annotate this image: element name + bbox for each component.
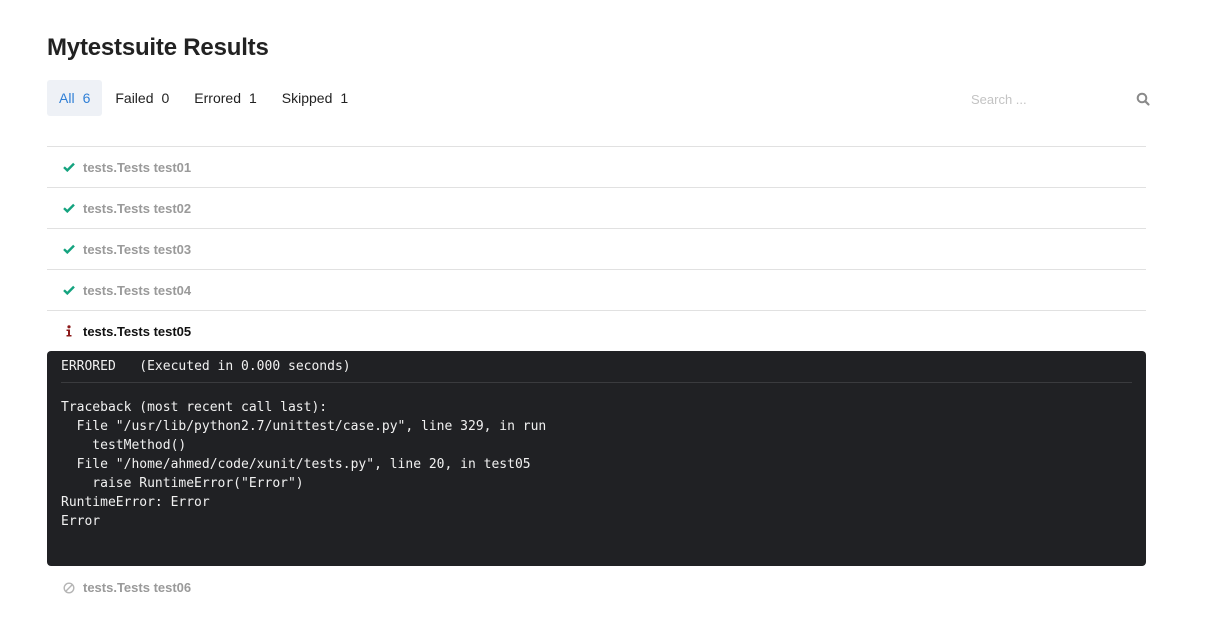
tab-count: 1: [340, 90, 349, 106]
search-box: [960, 84, 1152, 114]
filter-tabs: All 6 Failed 0 Errored 1 Skipped 1: [47, 80, 361, 116]
tab-label: Skipped: [281, 90, 333, 106]
check-icon: [63, 201, 75, 215]
test-row-test02[interactable]: tests.Tests test02: [47, 187, 1146, 228]
search-icon[interactable]: [1135, 91, 1151, 107]
test-row-test05[interactable]: tests.Tests test05: [47, 310, 1146, 351]
info-icon: [63, 324, 75, 338]
page-title: Mytestsuite Results: [47, 34, 269, 61]
test-name: tests.Tests test02: [83, 200, 192, 216]
test-name: tests.Tests test03: [83, 241, 192, 257]
check-icon: [63, 283, 75, 297]
tab-skipped[interactable]: Skipped 1: [270, 80, 360, 116]
test-name: tests.Tests test01: [83, 159, 192, 175]
tab-all[interactable]: All 6: [47, 80, 103, 116]
tab-errored[interactable]: Errored 1: [182, 80, 268, 116]
test-row-test04[interactable]: tests.Tests test04: [47, 269, 1146, 310]
test-row-test03[interactable]: tests.Tests test03: [47, 228, 1146, 269]
execution-time: (Executed in 0.000 seconds): [139, 359, 351, 374]
tab-label: Failed: [115, 90, 154, 106]
traceback-text: Traceback (most recent call last): File …: [61, 400, 547, 529]
check-icon: [63, 242, 75, 256]
test-name: tests.Tests test04: [83, 282, 192, 298]
check-icon: [63, 160, 75, 174]
tab-count: 6: [82, 90, 91, 106]
results-page: Mytestsuite Results All 6 Failed 0 Error…: [0, 0, 1221, 628]
tab-label: Errored: [194, 90, 241, 106]
test-name: tests.Tests test06: [83, 580, 192, 595]
test-list: tests.Tests test01 tests.Tests test02 te…: [47, 146, 1146, 609]
tab-label: All: [59, 90, 75, 106]
test-row-test01[interactable]: tests.Tests test01: [47, 146, 1146, 187]
test-row-test06[interactable]: tests.Tests test06: [47, 566, 1146, 609]
test-name: tests.Tests test05: [83, 323, 192, 339]
search-input[interactable]: [960, 91, 1120, 107]
tab-count: 0: [161, 90, 170, 106]
result-header: ERRORED (Executed in 0.000 seconds): [61, 359, 1132, 383]
error-output-panel: ERRORED (Executed in 0.000 seconds) Trac…: [47, 351, 1146, 566]
tab-count: 1: [248, 90, 257, 106]
tab-failed[interactable]: Failed 0: [103, 80, 181, 116]
result-status: ERRORED: [61, 359, 116, 374]
skip-icon: [63, 581, 75, 595]
